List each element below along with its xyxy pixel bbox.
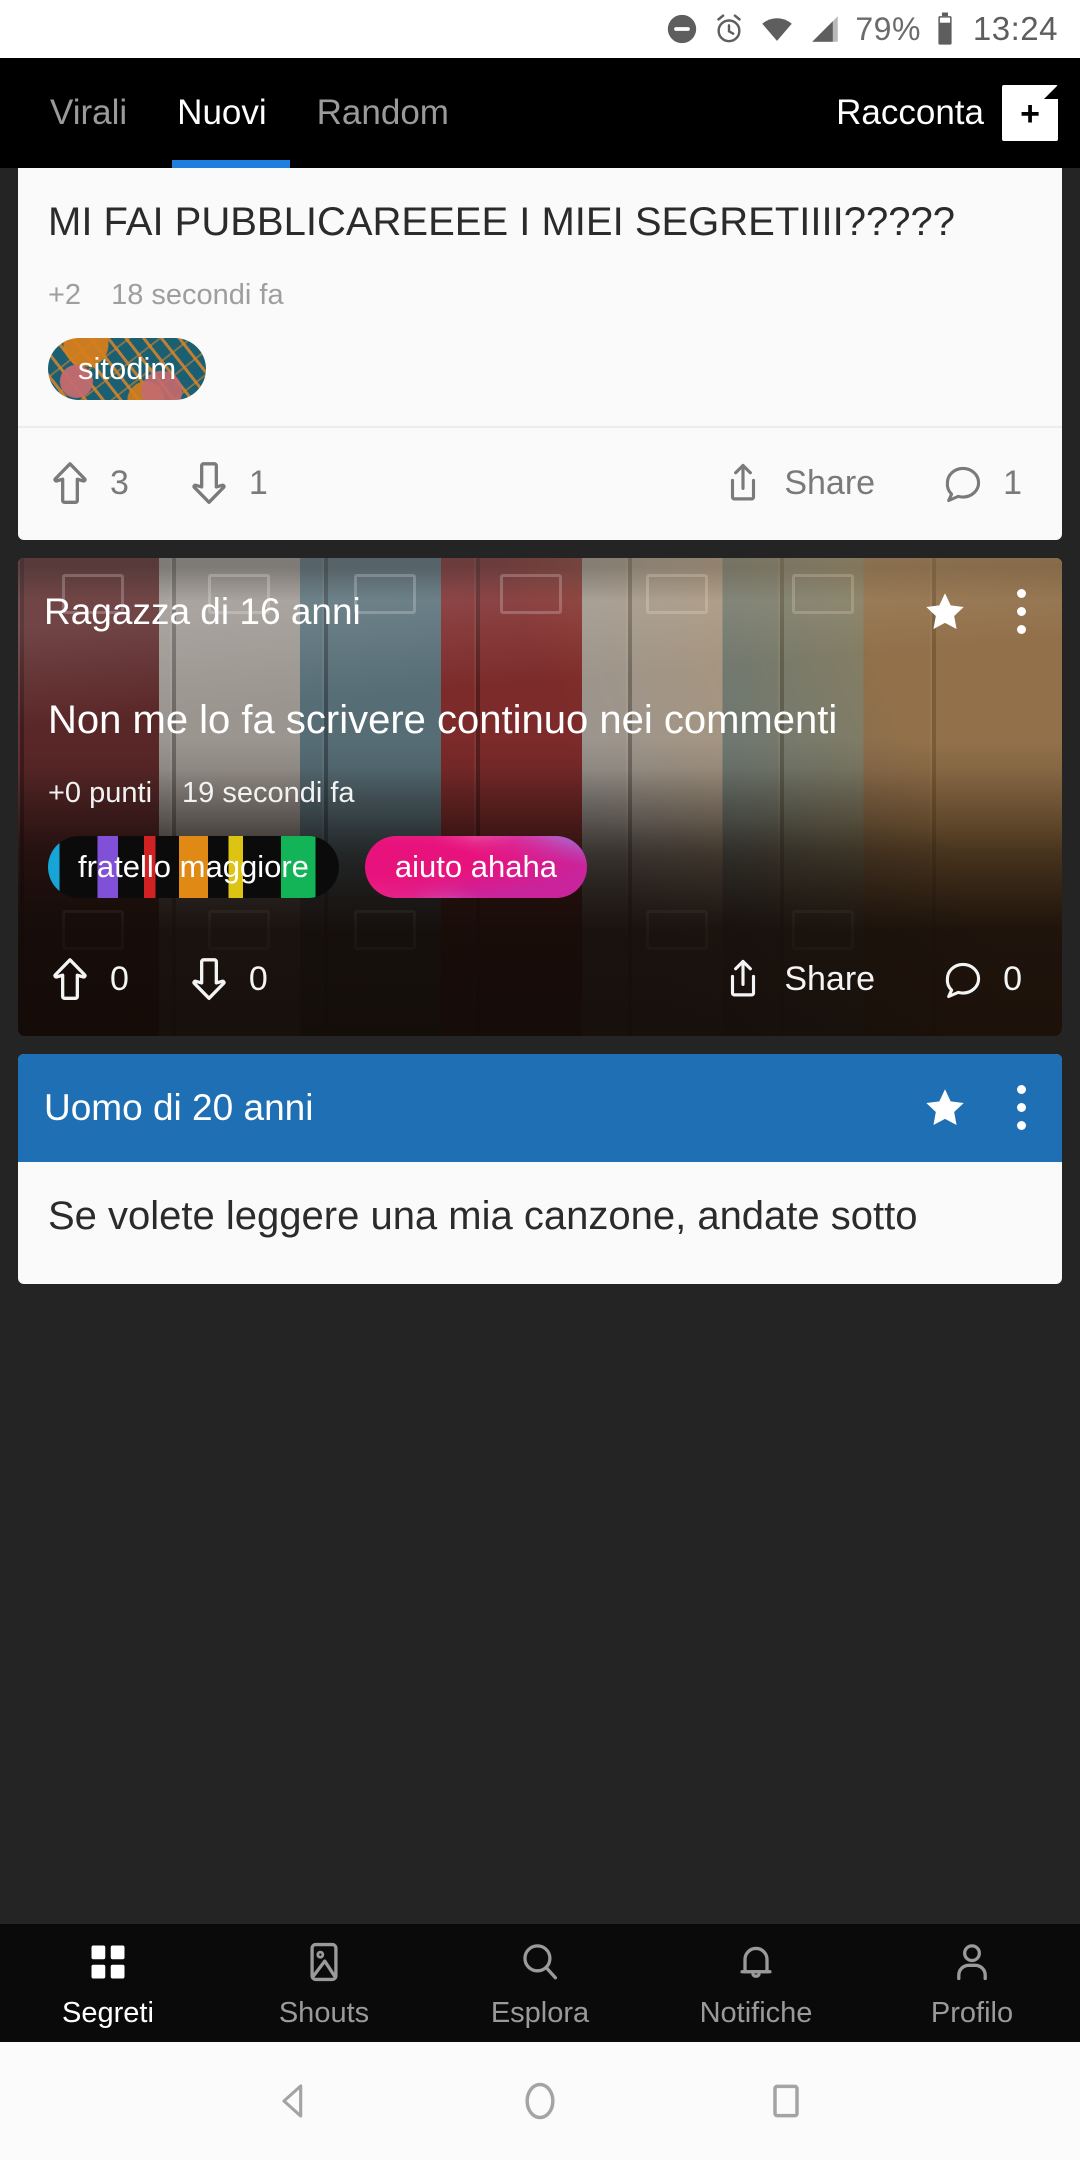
upvote-button[interactable]: 3 <box>48 460 129 508</box>
upvote-count: 0 <box>110 960 129 999</box>
post-body: MI FAI PUBBLICAREEEE I MIEI SEGRETIIII??… <box>18 168 1062 257</box>
more-vertical-icon[interactable] <box>1007 585 1036 638</box>
tab-list: Virali Nuovi Random <box>0 58 449 168</box>
post-header-actions <box>923 1081 1036 1134</box>
downvote-arrow-icon <box>192 461 226 504</box>
post-body: Se volete leggere una mia canzone, andat… <box>18 1162 1062 1285</box>
post-text: Non me lo fa scrivere continuo nei comme… <box>48 697 838 742</box>
nav-label-shouts: Shouts <box>278 1996 370 2029</box>
upvote-button[interactable]: 0 <box>48 956 129 1004</box>
post-time: 18 secondi fa <box>111 278 284 311</box>
tab-nuovi[interactable]: Nuovi <box>177 58 266 168</box>
post-author: Uomo di 20 anni <box>44 1086 314 1128</box>
nav-item-profilo[interactable]: Profilo <box>864 1937 1080 2030</box>
post-card[interactable]: Uomo di 20 anni Se volete leggere una mi… <box>18 1053 1062 1285</box>
share-button[interactable]: Share <box>722 461 875 507</box>
nav-item-notifiche[interactable]: Notifiche <box>648 1937 864 2030</box>
comment-bubble-icon <box>945 962 981 998</box>
do-not-disturb-icon <box>668 14 697 44</box>
person-icon <box>950 1937 994 1987</box>
circle-home-icon[interactable] <box>517 2078 563 2124</box>
downvote-button[interactable]: 1 <box>187 460 268 508</box>
post-actions: 3 1 Share 1 <box>18 428 1062 540</box>
cellular-signal-icon <box>812 16 839 42</box>
nav-label-profilo: Profilo <box>930 1996 1014 2029</box>
share-label: Share <box>784 464 876 503</box>
clock-time: 13:24 <box>972 10 1058 47</box>
post-header-actions <box>923 585 1036 638</box>
post-meta: +2 18 secondi fa <box>18 257 1062 312</box>
post-author: Ragazza di 16 anni <box>44 590 361 632</box>
post-content: Ragazza di 16 anni Non me lo fa scrivere… <box>18 558 1062 1036</box>
post-text: Se volete leggere una mia canzone, andat… <box>48 1193 918 1238</box>
nav-label-segreti: Segreti <box>62 1996 154 2029</box>
tab-virali[interactable]: Virali <box>50 58 127 168</box>
post-points: +2 <box>48 278 82 311</box>
downvote-arrow-icon <box>192 957 226 1000</box>
wifi-icon <box>762 18 793 41</box>
nav-label-esplora: Esplora <box>490 1996 590 2029</box>
nav-label-notifiche: Notifiche <box>699 1996 813 2029</box>
compose-label: Racconta <box>836 93 984 132</box>
star-icon[interactable] <box>923 1086 967 1130</box>
nav-item-segreti[interactable]: Segreti <box>0 1937 216 2030</box>
star-icon[interactable] <box>923 590 967 634</box>
upvote-count: 3 <box>110 464 129 503</box>
add-note-icon[interactable]: + <box>1002 85 1058 141</box>
downvote-count: 1 <box>248 464 268 503</box>
post-body: Non me lo fa scrivere continuo nei comme… <box>18 666 1062 755</box>
downvote-button[interactable]: 0 <box>187 956 268 1004</box>
battery-icon <box>938 12 952 45</box>
plus-glyph: + <box>1020 95 1040 134</box>
post-text: MI FAI PUBBLICAREEEE I MIEI SEGRETIIII??… <box>48 200 955 244</box>
post-feed[interactable]: MI FAI PUBBLICAREEEE I MIEI SEGRETIIII??… <box>0 168 1080 1984</box>
compose-button[interactable]: Racconta + <box>836 85 1080 141</box>
post-card[interactable]: Ragazza di 16 anni Non me lo fa scrivere… <box>18 557 1062 1036</box>
post-actions: 0 0 Share 0 <box>18 924 1062 1036</box>
comment-button[interactable]: 1 <box>941 462 1022 506</box>
post-tags: sitodim <box>18 312 1062 426</box>
tab-random[interactable]: Random <box>317 58 449 168</box>
post-time: 19 secondi fa <box>182 776 355 809</box>
status-bar: 79% 13:24 <box>0 0 1080 58</box>
grid-icon <box>86 1937 130 1987</box>
nav-item-shouts[interactable]: Shouts <box>216 1937 432 2030</box>
android-navigation-bar <box>0 2042 1080 2160</box>
bottom-navigation: Segreti Shouts Esplora Notifiche Profilo <box>0 1924 1080 2042</box>
bell-icon <box>734 1937 778 1987</box>
more-vertical-icon[interactable] <box>1007 1081 1036 1134</box>
share-icon <box>731 463 756 501</box>
square-recents-icon[interactable] <box>763 2078 809 2124</box>
search-icon <box>518 1937 562 1987</box>
post-header: Ragazza di 16 anni <box>18 558 1062 666</box>
image-icon <box>302 1937 346 1987</box>
share-label: Share <box>784 960 876 999</box>
post-header: Uomo di 20 anni <box>18 1053 1062 1162</box>
comment-bubble-icon <box>945 466 981 502</box>
tag-chip[interactable]: aiuto ahaha <box>365 835 587 898</box>
phone-screen: 79% 13:24 Virali Nuovi Random Racconta +… <box>0 0 1080 2160</box>
share-icon <box>731 959 756 997</box>
nav-item-esplora[interactable]: Esplora <box>432 1937 648 2030</box>
downvote-count: 0 <box>248 960 268 999</box>
post-card[interactable]: MI FAI PUBBLICAREEEE I MIEI SEGRETIIII??… <box>18 168 1062 540</box>
top-tab-bar: Virali Nuovi Random Racconta + <box>0 58 1080 168</box>
comment-count: 1 <box>1003 464 1022 503</box>
post-meta: +0 punti 19 secondi fa <box>18 755 1062 810</box>
upvote-arrow-icon <box>53 461 87 504</box>
comment-button[interactable]: 0 <box>941 958 1022 1002</box>
triangle-back-icon[interactable] <box>271 2078 317 2124</box>
tag-chip[interactable]: fratello maggiore <box>48 835 339 898</box>
post-points: +0 punti <box>48 776 153 809</box>
alarm-icon <box>717 14 742 43</box>
share-button[interactable]: Share <box>722 957 875 1003</box>
comment-count: 0 <box>1003 960 1022 999</box>
upvote-arrow-icon <box>53 957 87 1000</box>
post-tags: fratello maggiore aiuto ahaha <box>18 810 1062 924</box>
active-tab-indicator <box>172 160 290 168</box>
tag-chip[interactable]: sitodim <box>48 337 206 400</box>
battery-percent: 79% <box>855 10 921 47</box>
